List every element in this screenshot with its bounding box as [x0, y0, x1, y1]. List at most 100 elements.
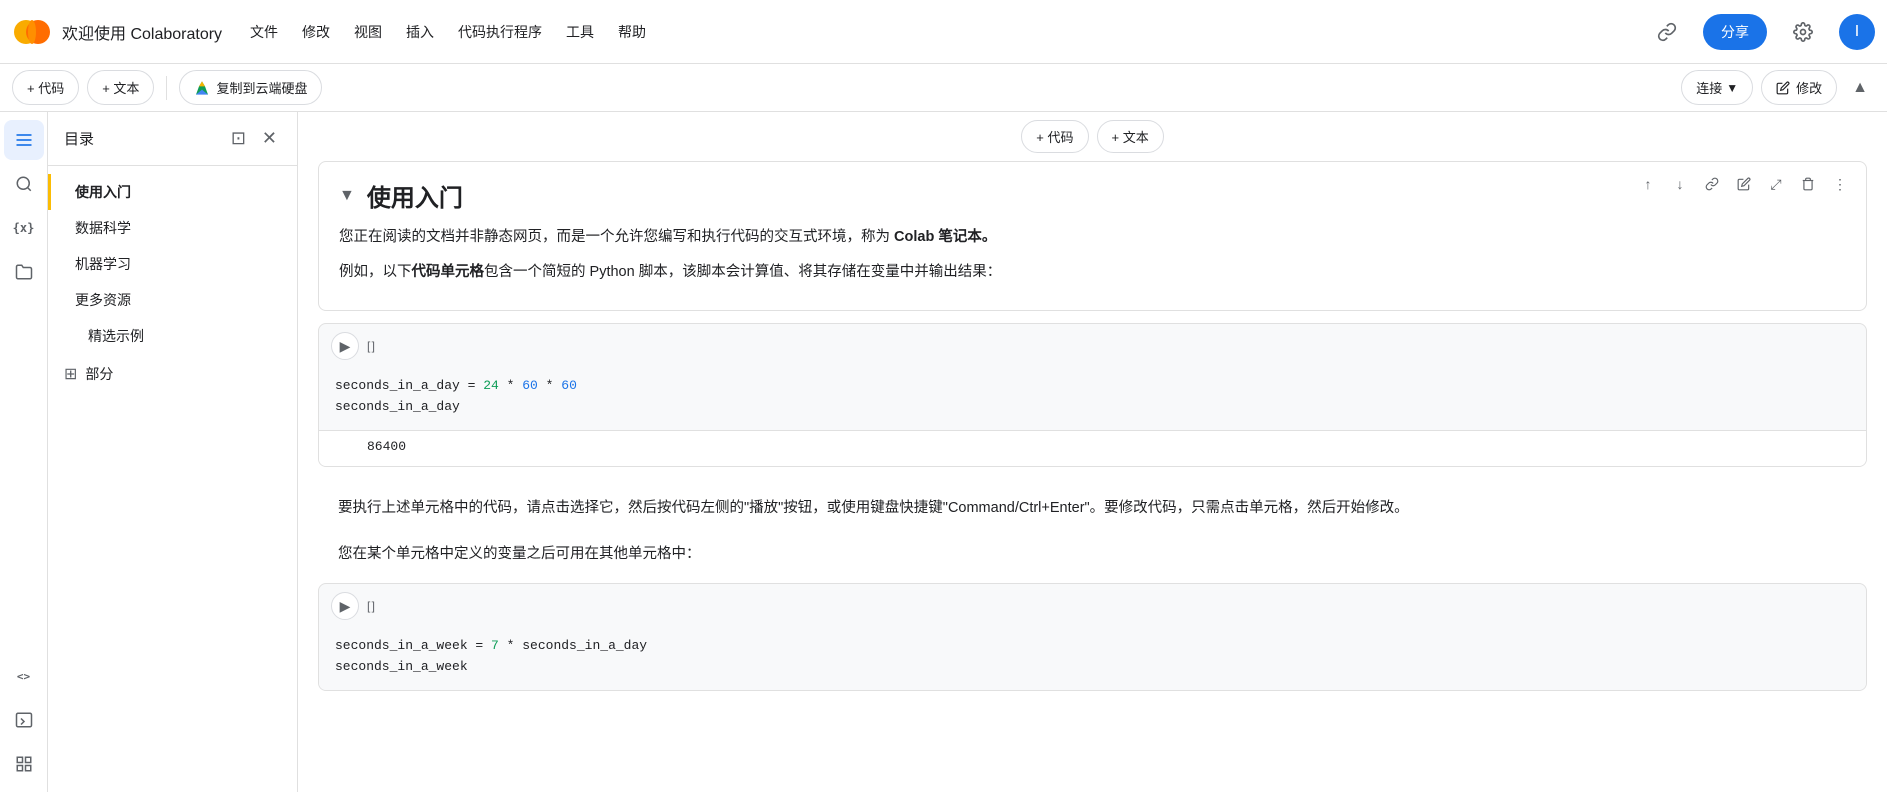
move-up-action[interactable]: ↑ [1634, 170, 1662, 198]
link-button[interactable] [1643, 14, 1691, 50]
logo-area: 欢迎使用 Colaboratory [12, 12, 232, 52]
edit-notebook-label: 修改 [1796, 78, 1822, 97]
add-code-button[interactable]: + 代码 [12, 70, 79, 105]
top-bar: 欢迎使用 Colaboratory 文件 修改 视图 插入 代码执行程序 工具 … [0, 0, 1887, 64]
toc-item-getting-started[interactable]: 使用入门 [48, 174, 297, 210]
run-button-1[interactable]: ▶ [331, 332, 359, 360]
sidebar-expand-icon[interactable]: ⊡ [227, 124, 250, 153]
sidebar-title: 目录 [64, 128, 94, 149]
copy-to-drive-label: 复制到云端硬盘 [216, 78, 307, 97]
text-cell-body: 您正在阅读的文档并非静态网页，而是一个允许您编写和执行代码的交互式环境，称为 C… [339, 225, 1846, 284]
settings-button[interactable] [1779, 14, 1827, 50]
move-down-action[interactable]: ↓ [1666, 170, 1694, 198]
menu-tools[interactable]: 工具 [556, 16, 604, 48]
connect-label: 连接 [1696, 78, 1722, 97]
files-strip-icon[interactable] [4, 252, 44, 292]
section-title: 使用入门 [367, 178, 463, 213]
drive-icon [194, 80, 210, 96]
intro-para-1: 您正在阅读的文档并非静态网页，而是一个允许您编写和执行代码的交互式环境，称为 C… [339, 225, 1846, 250]
sidebar-header: 目录 ⊡ ✕ [48, 112, 297, 166]
edit-notebook-button[interactable]: 修改 [1761, 70, 1837, 105]
toc-item-data-science[interactable]: 数据科学 [48, 210, 297, 246]
add-text-label: + 文本 [102, 78, 139, 97]
toolbar-right: 连接 ▼ 修改 ▲ [1681, 70, 1875, 105]
share-button[interactable]: 分享 [1703, 14, 1767, 50]
toc-item-ml-label: 机器学习 [75, 256, 131, 272]
colab-logo [12, 12, 52, 52]
share-label: 分享 [1721, 22, 1749, 42]
sidebar-icon-strip: {x} <> [0, 112, 48, 792]
code-output-1: 86400 [319, 430, 1866, 466]
toc-item-featured[interactable]: 精选示例 [48, 318, 297, 354]
menu-help[interactable]: 帮助 [608, 16, 656, 48]
sidebar-nav: 使用入门 数据科学 机器学习 更多资源 精选示例 ⊞ 部分 [48, 166, 297, 792]
code-cell-bold: 代码单元格 [412, 264, 485, 280]
delete-action[interactable] [1794, 170, 1822, 198]
code-cell-1: ▶ [ ] seconds_in_a_day = 24 * 60 * 60 se… [318, 323, 1867, 467]
edit-icon [1776, 81, 1790, 95]
menu-edit[interactable]: 修改 [292, 16, 340, 48]
run-button-2[interactable]: ▶ [331, 592, 359, 620]
code-cell-2: ▶ [ ] seconds_in_a_week = 7 * seconds_in… [318, 583, 1867, 691]
connect-button[interactable]: 连接 ▼ [1681, 70, 1753, 105]
colab-notebook-bold: Colab 笔记本。 [894, 229, 996, 245]
menu-insert[interactable]: 插入 [396, 16, 444, 48]
terminal-strip-icon[interactable] [4, 700, 44, 740]
sidebar-section-label: 部分 [85, 364, 113, 384]
collapse-arrow[interactable]: ▼ [339, 187, 355, 205]
menu-file[interactable]: 文件 [240, 16, 288, 48]
intro-para-2: 例如，以下代码单元格包含一个简短的 Python 脚本，该脚本会计算值、将其存储… [339, 260, 1846, 285]
sidebar-add-section[interactable]: ⊞ 部分 [48, 354, 297, 394]
code-cell-1-header: ▶ [ ] [319, 324, 1866, 368]
menu-bar: 文件 修改 视图 插入 代码执行程序 工具 帮助 [240, 16, 656, 48]
toc-item-featured-label: 精选示例 [88, 328, 144, 344]
menu-runtime[interactable]: 代码执行程序 [448, 16, 552, 48]
user-avatar[interactable]: I [1839, 14, 1875, 50]
extensions-strip-icon[interactable] [4, 744, 44, 784]
code-cell-2-header: ▶ [ ] [319, 584, 1866, 628]
main-layout: {x} <> 目录 ⊡ ✕ 使用入门 数据科学 [0, 112, 1887, 792]
code-content-1[interactable]: seconds_in_a_day = 24 * 60 * 60 seconds_… [319, 368, 1866, 430]
link-action[interactable] [1698, 170, 1726, 198]
explanation-text: 要执行上述单元格中的代码，请点击选择它，然后按代码左侧的"播放"按钮，或使用键盘… [298, 479, 1887, 537]
expand-action[interactable]: ⤢ [1762, 170, 1790, 198]
toc-item-more-resources[interactable]: 更多资源 [48, 282, 297, 318]
toc-item-getting-started-label: 使用入门 [75, 184, 131, 200]
connect-dropdown-icon: ▼ [1726, 81, 1738, 95]
search-strip-icon[interactable] [4, 164, 44, 204]
toolbar-separator [166, 76, 167, 100]
insert-code-label: + 代码 [1036, 127, 1073, 146]
collapse-button[interactable]: ▲ [1845, 72, 1875, 104]
sidebar-header-icons: ⊡ ✕ [227, 124, 281, 153]
code-content-2[interactable]: seconds_in_a_week = 7 * seconds_in_a_day… [319, 628, 1866, 690]
add-code-label: + 代码 [27, 78, 64, 97]
sidebar-close-icon[interactable]: ✕ [258, 124, 281, 153]
explanation-para-2: 您在某个单元格中定义的变量之后可用在其他单元格中： [338, 541, 1847, 567]
sidebar: 目录 ⊡ ✕ 使用入门 数据科学 机器学习 更多资源 精选示例 ⊞ [48, 112, 298, 792]
insert-text-label: + 文本 [1112, 127, 1149, 146]
add-section-icon: ⊞ [64, 364, 77, 384]
edit-action[interactable] [1730, 170, 1758, 198]
toc-item-ml[interactable]: 机器学习 [48, 246, 297, 282]
section-heading: ▼ 使用入门 [339, 178, 1846, 213]
code-snippets-strip-icon[interactable]: <> [4, 656, 44, 696]
app-title: 欢迎使用 Colaboratory [62, 20, 222, 44]
copy-to-drive-button[interactable]: 复制到云端硬盘 [179, 70, 322, 105]
top-bar-right: 分享 I [1643, 14, 1875, 50]
more-actions[interactable]: ⋮ [1826, 170, 1854, 198]
cell-bracket-1: [ ] [367, 339, 374, 353]
menu-view[interactable]: 视图 [344, 16, 392, 48]
variables-strip-icon[interactable]: {x} [4, 208, 44, 248]
cell-bracket-2: [ ] [367, 599, 374, 613]
toc-item-data-science-label: 数据科学 [75, 220, 131, 236]
toc-item-more-resources-label: 更多资源 [75, 292, 131, 308]
intro-text-cell: ↑ ↓ ⤢ ⋮ ▼ 使用入门 您正在阅读的文档并非 [318, 161, 1867, 311]
explanation-text-2: 您在某个单元格中定义的变量之后可用在其他单元格中： [298, 537, 1887, 579]
add-text-button[interactable]: + 文本 [87, 70, 154, 105]
insert-code-button[interactable]: + 代码 [1021, 120, 1088, 153]
cell-action-bar: ↑ ↓ ⤢ ⋮ [1634, 170, 1854, 198]
insert-text-button[interactable]: + 文本 [1097, 120, 1164, 153]
toc-strip-icon[interactable] [4, 120, 44, 160]
content-area: + 代码 + 文本 ↑ ↓ ⤢ ⋮ [298, 112, 1887, 792]
explanation-para-1: 要执行上述单元格中的代码，请点击选择它，然后按代码左侧的"播放"按钮，或使用键盘… [338, 495, 1847, 521]
